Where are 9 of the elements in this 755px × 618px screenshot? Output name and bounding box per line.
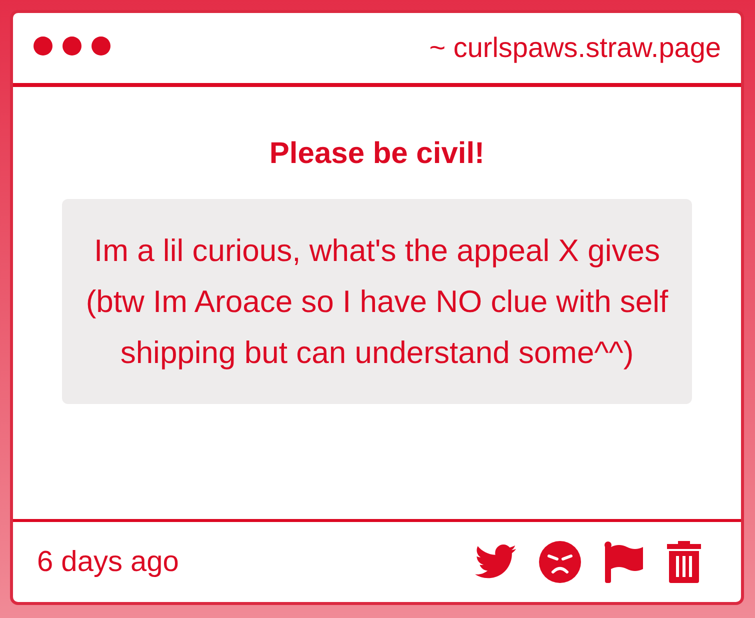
- timestamp: 6 days ago: [37, 546, 179, 578]
- message-text: Im a lil curious, what's the appeal X gives (btw Im Aroace so I have NO clue with self shipping but can understand some^^): [62, 199, 692, 404]
- flag-icon[interactable]: [603, 541, 645, 583]
- notice-heading: Please be civil!: [269, 137, 485, 171]
- bird-icon[interactable]: [475, 544, 517, 580]
- page-address: ~ curlspaws.straw.page: [429, 32, 721, 64]
- trash-icon[interactable]: [667, 541, 701, 583]
- window-dots-icon: [33, 36, 111, 56]
- angry-face-icon[interactable]: [539, 541, 581, 583]
